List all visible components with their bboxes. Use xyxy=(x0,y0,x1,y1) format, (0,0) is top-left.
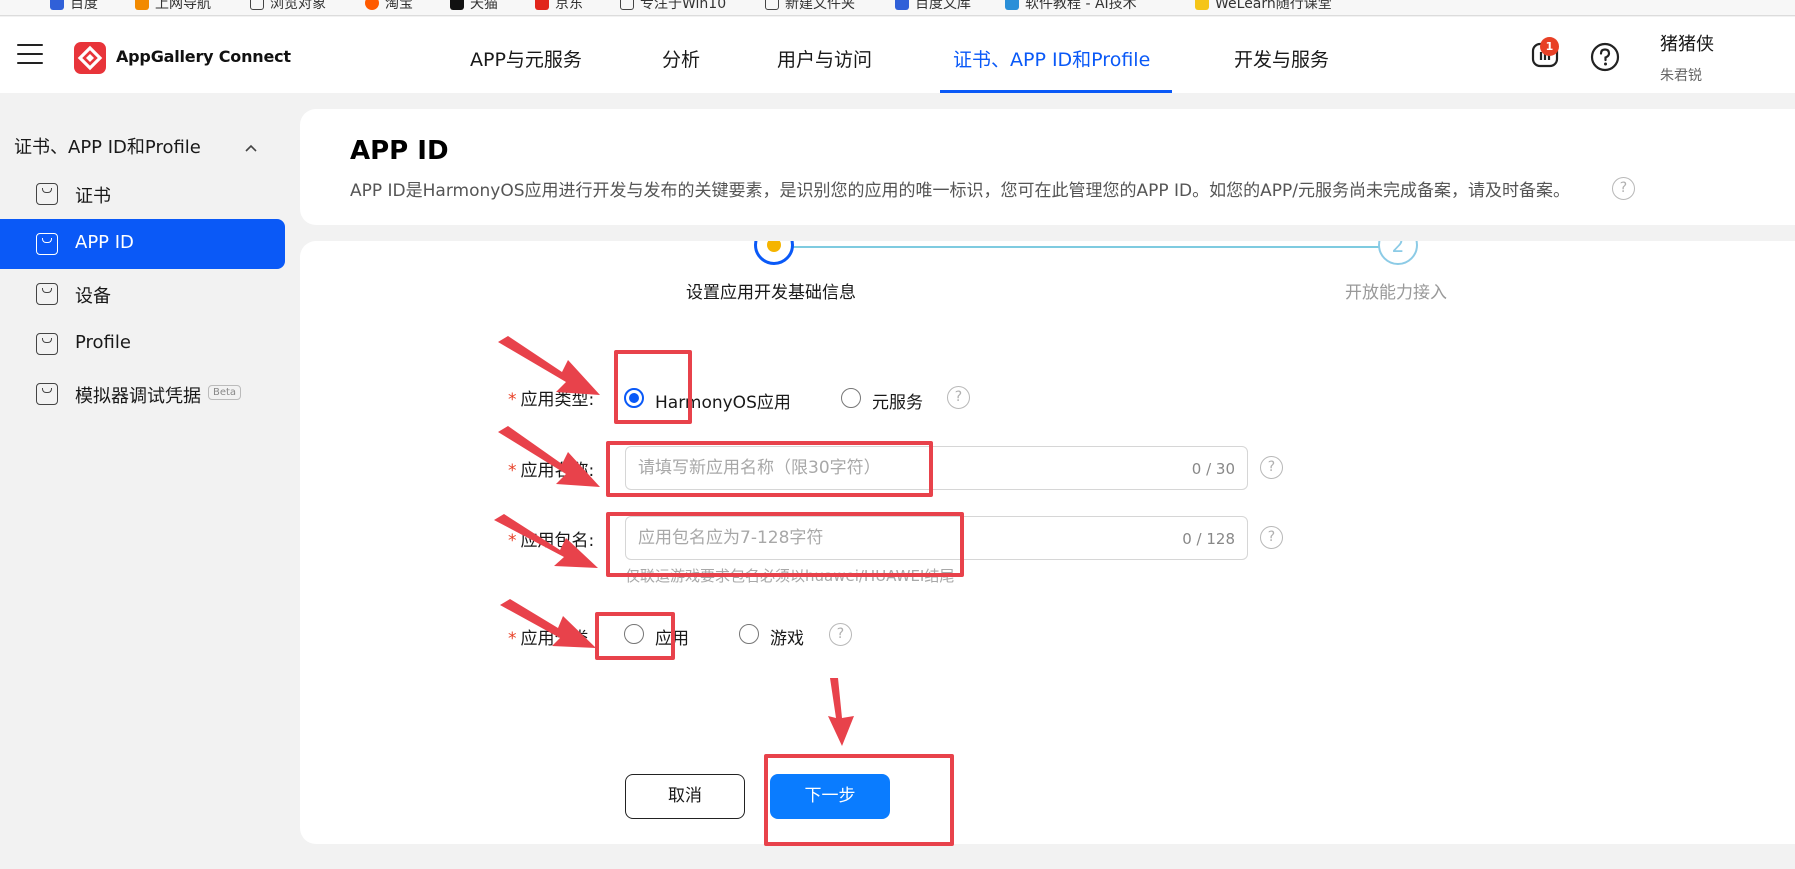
page-icon xyxy=(620,0,634,10)
step-1-label: 设置应用开发基础信息 xyxy=(686,283,856,303)
question-icon[interactable]: ? xyxy=(1260,526,1283,549)
page-icon xyxy=(250,0,264,10)
device-icon xyxy=(36,283,58,305)
bookmark-item[interactable]: 专注于Win10 xyxy=(620,0,726,13)
page-title: APP ID xyxy=(350,136,449,166)
emulator-icon xyxy=(36,383,58,405)
bookmarks-bar: 百度 上网导航 浏览对象 淘宝 天猫 京东 专注于Win10 新建文件夹 百度文… xyxy=(0,0,1795,16)
sidebar-item-emulator-credentials[interactable]: 模拟器调试凭据 Beta xyxy=(0,369,285,419)
nav-app-services[interactable]: APP与元服务 xyxy=(470,45,582,72)
step-connector xyxy=(773,246,1398,248)
help-icon[interactable] xyxy=(1590,42,1620,76)
profile-icon xyxy=(36,333,58,355)
chevron-up-icon[interactable] xyxy=(244,138,258,157)
annotation-box xyxy=(764,754,954,846)
page-description: APP ID是HarmonyOS应用进行开发与发布的关键要素，是识别您的应用的唯… xyxy=(350,181,1570,201)
category-label: * 应用分类 xyxy=(508,629,589,649)
baidu-icon xyxy=(895,0,909,10)
nav-users-access[interactable]: 用户与访问 xyxy=(777,45,872,72)
annotation-box xyxy=(606,512,964,577)
nav-dev-services[interactable]: 开发与服务 xyxy=(1234,45,1329,72)
annotation-box xyxy=(595,612,675,660)
tmall-icon xyxy=(450,0,464,10)
sidebar-item-label: 证书 xyxy=(75,186,111,207)
app-name-counter: 0 / 30 xyxy=(1191,460,1235,478)
package-name-label: * 应用包名: xyxy=(508,531,595,551)
nav-certificates[interactable]: 证书、APP ID和Profile xyxy=(953,45,1150,72)
sidebar-item-label: APP ID xyxy=(75,232,134,253)
annotation-box xyxy=(606,441,933,497)
bookmark-item[interactable]: 淘宝 xyxy=(365,0,413,13)
bookmark-item[interactable]: 浏览对象 xyxy=(250,0,326,13)
step-2-label: 开放能力接入 xyxy=(1345,283,1447,303)
site-icon xyxy=(1005,0,1019,10)
hao-icon xyxy=(135,0,149,10)
question-icon[interactable]: ? xyxy=(1612,177,1635,200)
question-icon[interactable]: ? xyxy=(829,623,852,646)
sidebar-item-label: 模拟器调试凭据 xyxy=(75,386,201,407)
cancel-button[interactable]: 取消 xyxy=(625,774,745,819)
app-type-atomic-radio[interactable] xyxy=(841,388,861,408)
menu-icon[interactable] xyxy=(17,44,43,64)
sidebar-item-app-id[interactable]: APP ID xyxy=(0,219,285,269)
sidebar-item-label: 设备 xyxy=(75,286,111,307)
bookmark-item[interactable]: WeLearn随行课堂 xyxy=(1195,0,1332,13)
top-header: AppGallery Connect APP与元服务 分析 用户与访问 证书、A… xyxy=(0,17,1795,93)
bookmark-item[interactable]: 京东 xyxy=(535,0,583,13)
annotation-box xyxy=(614,350,692,424)
category-game-label[interactable]: 游戏 xyxy=(770,624,804,649)
package-name-counter: 0 / 128 xyxy=(1182,530,1235,548)
jd-icon xyxy=(535,0,549,10)
notification-badge: 1 xyxy=(1540,37,1559,56)
app-name-label: * 应用名称: xyxy=(508,461,595,481)
bookmark-item[interactable]: 百度文库 xyxy=(895,0,971,13)
bookmark-item[interactable]: 百度 xyxy=(50,0,98,13)
sidebar-item-devices[interactable]: 设备 xyxy=(0,269,285,319)
bookmark-item[interactable]: 新建文件夹 xyxy=(765,0,855,13)
appgallery-logo-icon[interactable] xyxy=(74,42,106,74)
sidebar-item-label: Profile xyxy=(75,332,131,353)
brand-name[interactable]: AppGallery Connect xyxy=(116,47,291,66)
active-tab-indicator xyxy=(940,90,1172,93)
sidebar-item-certificates[interactable]: 证书 xyxy=(0,169,285,219)
user-name[interactable]: 猪猪侠 xyxy=(1660,30,1714,56)
app-id-icon xyxy=(36,233,58,255)
bookmark-item[interactable]: 软件教程 - AI技术 xyxy=(1005,0,1137,13)
sidebar-item-profile[interactable]: Profile xyxy=(0,319,285,369)
category-game-radio[interactable] xyxy=(739,624,759,644)
certificate-icon xyxy=(36,183,58,205)
bookmark-item[interactable]: 天猫 xyxy=(450,0,498,13)
app-type-atomic-label[interactable]: 元服务 xyxy=(872,388,923,413)
user-account: 朱君锐 xyxy=(1660,68,1702,84)
welearn-icon xyxy=(1195,0,1209,10)
sidebar-section-title[interactable]: 证书、APP ID和Profile xyxy=(14,133,201,159)
beta-badge: Beta xyxy=(208,385,242,400)
page-header-card xyxy=(300,109,1795,225)
folder-icon xyxy=(765,0,779,10)
taobao-icon xyxy=(365,0,379,10)
nav-analytics[interactable]: 分析 xyxy=(662,45,700,72)
baidu-icon xyxy=(50,0,64,10)
question-icon[interactable]: ? xyxy=(947,386,970,409)
app-type-label: * 应用类型: xyxy=(508,390,595,410)
question-icon[interactable]: ? xyxy=(1260,456,1283,479)
page-gap xyxy=(300,225,1795,241)
bookmark-item[interactable]: 上网导航 xyxy=(135,0,211,13)
